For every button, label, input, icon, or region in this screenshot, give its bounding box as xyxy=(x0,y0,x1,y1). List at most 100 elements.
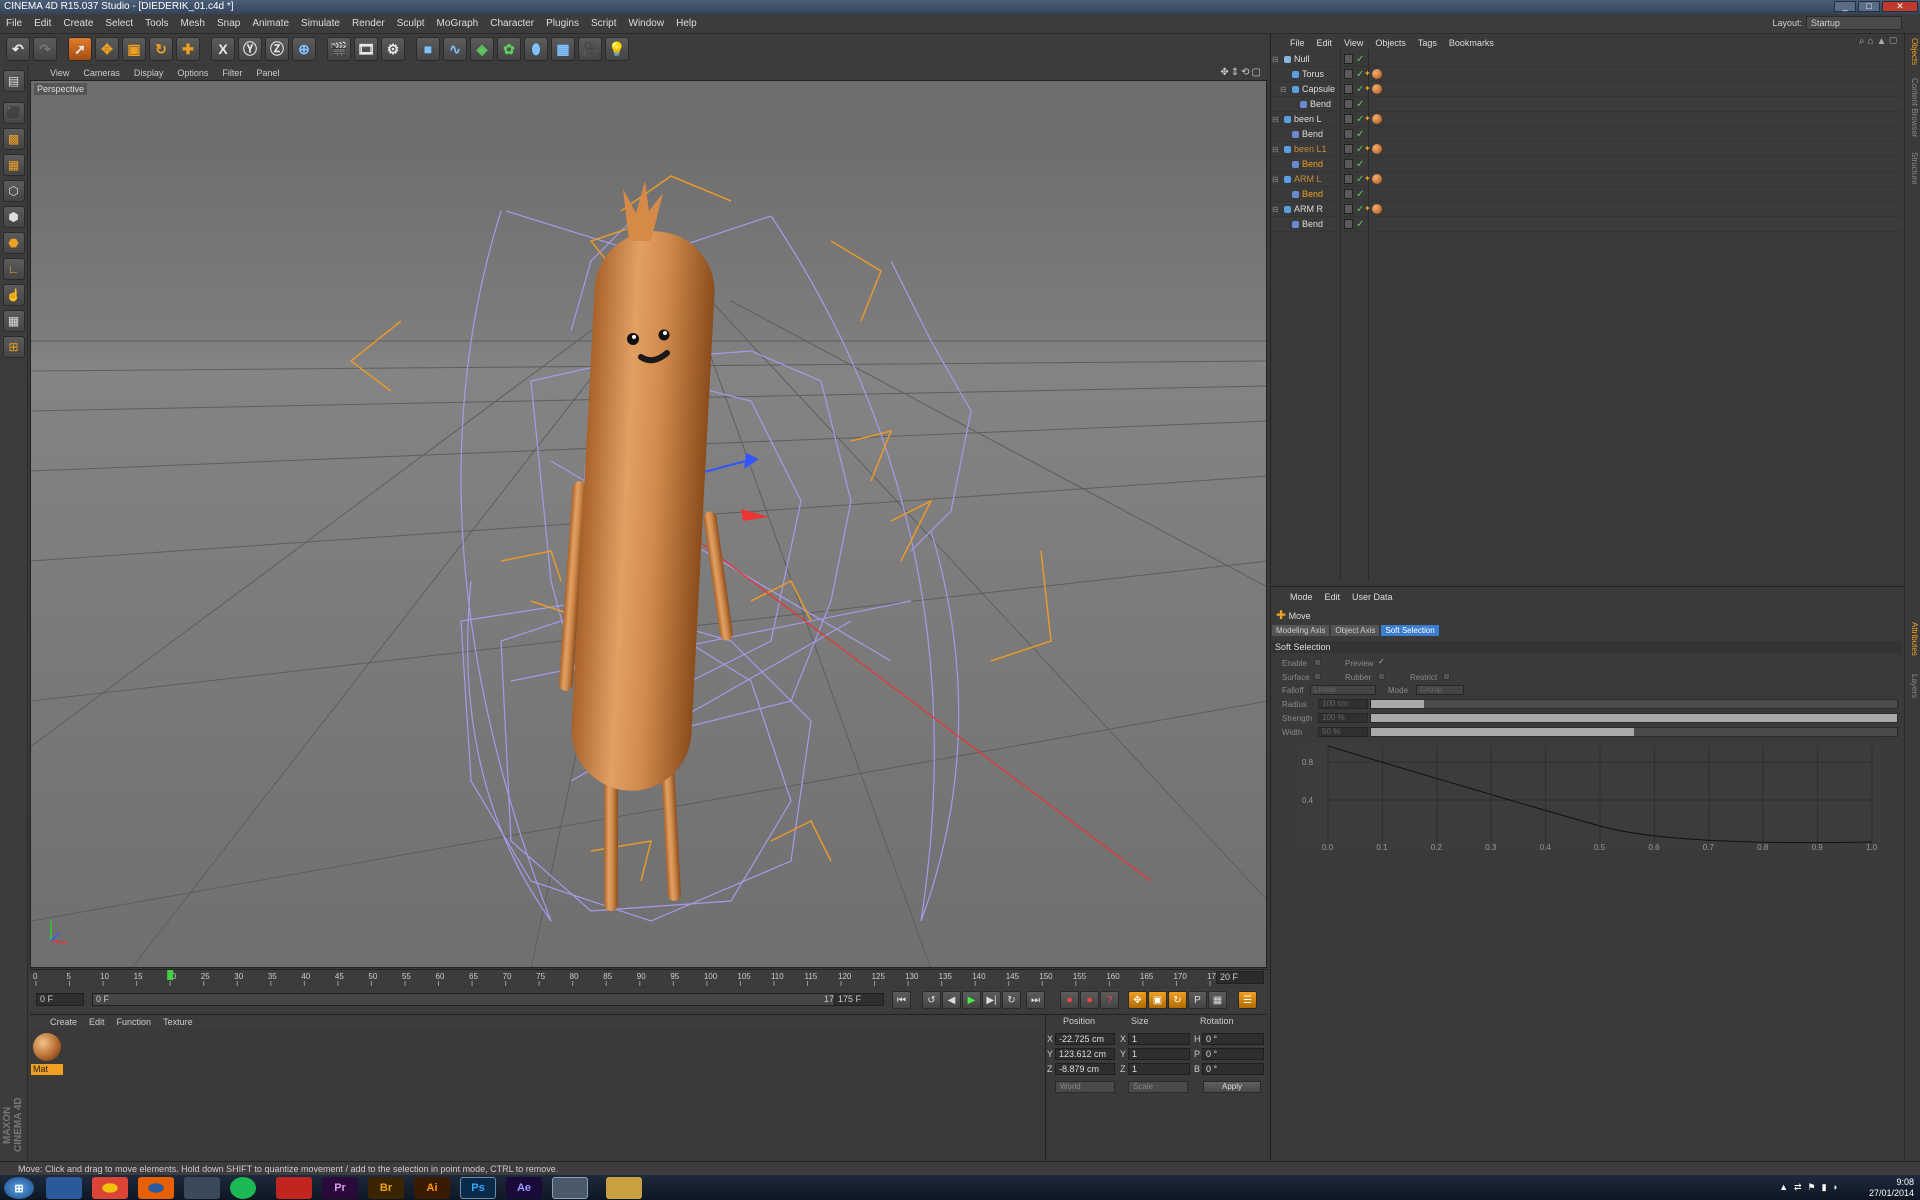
object-row[interactable]: ⊟ been L1 ✓ ✦ xyxy=(1272,142,1902,157)
position-z-field[interactable]: -8.879 cm xyxy=(1055,1063,1115,1075)
lock-workplane-icon[interactable]: ⊞ xyxy=(2,336,25,358)
menu-window[interactable]: Window xyxy=(629,18,665,29)
layer-visibility-toggle[interactable] xyxy=(1344,114,1353,124)
object-name[interactable]: Bend xyxy=(1302,157,1323,172)
undo-icon[interactable]: ↶ xyxy=(6,37,30,61)
cloner-icon[interactable]: ✿ xyxy=(497,37,521,61)
material-tag-icon[interactable] xyxy=(1372,144,1382,154)
material-tag-icon[interactable] xyxy=(1372,204,1382,214)
objects-menu-file[interactable]: File xyxy=(1290,38,1305,48)
apply-button[interactable]: Apply xyxy=(1203,1081,1261,1093)
strength-slider[interactable] xyxy=(1370,713,1898,723)
phong-tag-icon[interactable]: ✦ xyxy=(1364,70,1371,78)
time-range-slider[interactable]: 0 F 175 F xyxy=(92,993,852,1006)
phong-tag-icon[interactable]: ✦ xyxy=(1364,85,1371,93)
falloff-graph[interactable]: 0.0 0.1 0.2 0.3 0.4 0.5 0.6 0.7 0.8 0.9 1.0 0.8 0.4 xyxy=(1298,742,1882,852)
tab-soft-selection[interactable]: Soft Selection xyxy=(1381,625,1439,636)
start-button-icon[interactable]: ⊞ xyxy=(4,1177,34,1199)
perspective-viewport[interactable] xyxy=(30,80,1267,968)
object-name[interactable]: Bend xyxy=(1302,217,1323,232)
taskbar-app-folder-icon[interactable] xyxy=(606,1177,642,1199)
enabled-checkmark-icon[interactable]: ✓ xyxy=(1356,157,1364,172)
material-tag-icon[interactable] xyxy=(1372,69,1382,79)
mode-dropdown[interactable]: Group xyxy=(1416,685,1464,695)
goto-prev-key-icon[interactable]: ↺ xyxy=(922,991,941,1009)
axis-mode-icon[interactable]: ∟ xyxy=(2,258,25,280)
layer-visibility-toggle[interactable] xyxy=(1344,219,1353,229)
side-tab-structure[interactable]: Structure xyxy=(1907,152,1919,184)
menu-edit[interactable]: Edit xyxy=(34,18,51,29)
attr-menu-mode[interactable]: Mode xyxy=(1290,592,1313,602)
menu-animate[interactable]: Animate xyxy=(252,18,289,29)
material-menu-function[interactable]: Function xyxy=(117,1017,152,1027)
object-row[interactable]: Bend ✓ xyxy=(1272,217,1902,232)
taskbar-app-cinema4d-icon[interactable] xyxy=(552,1177,588,1199)
size-mode-dropdown[interactable]: Scale xyxy=(1128,1081,1188,1093)
objects-menu-view[interactable]: View xyxy=(1344,38,1363,48)
expand-toggle-icon[interactable]: ⊟ xyxy=(1272,52,1279,67)
viewport-nav-icons[interactable]: ✥⇕⟲▢ xyxy=(1220,67,1263,78)
viewport-menu-display[interactable]: Display xyxy=(134,68,164,78)
enabled-checkmark-icon[interactable]: ✓ xyxy=(1356,52,1364,67)
object-row[interactable]: ⊟ ARM L ✓ ✦ xyxy=(1272,172,1902,187)
floor-icon[interactable]: ▦ xyxy=(551,37,575,61)
size-y-field[interactable]: 1 xyxy=(1128,1048,1190,1060)
object-row[interactable]: ⊟ ARM R ✓ ✦ xyxy=(1272,202,1902,217)
deformer-icon[interactable]: ⬮ xyxy=(524,37,548,61)
objects-menu-bookmarks[interactable]: Bookmarks xyxy=(1449,38,1494,48)
tab-modeling-axis[interactable]: Modeling Axis xyxy=(1272,625,1330,636)
side-tab-objects[interactable]: Objects xyxy=(1907,38,1919,65)
phong-tag-icon[interactable]: ✦ xyxy=(1364,115,1371,123)
material-tag-icon[interactable] xyxy=(1372,84,1382,94)
render-settings-icon[interactable]: ⚙ xyxy=(381,37,405,61)
expand-toggle-icon[interactable]: ⊟ xyxy=(1272,172,1279,187)
light-icon[interactable]: 💡 xyxy=(605,37,629,61)
menu-file[interactable]: File xyxy=(6,18,22,29)
timeline-ruler[interactable]: 0510152025303540455055606570758085909510… xyxy=(30,969,1267,986)
material-tag-icon[interactable] xyxy=(1372,114,1382,124)
prev-frame-icon[interactable]: ◀ xyxy=(942,991,961,1009)
side-tab-layers[interactable]: Layers xyxy=(1907,674,1919,698)
viewport-menu-options[interactable]: Options xyxy=(177,68,208,78)
render-picture-viewer-icon[interactable]: 🎞 xyxy=(354,37,378,61)
enable-checkbox[interactable] xyxy=(1314,659,1321,666)
menu-select[interactable]: Select xyxy=(105,18,133,29)
material-menu-create[interactable]: Create xyxy=(50,1017,77,1027)
layer-visibility-toggle[interactable] xyxy=(1344,144,1353,154)
y-axis-lock-icon[interactable]: Ⓨ xyxy=(238,37,262,61)
layer-visibility-toggle[interactable] xyxy=(1344,174,1353,184)
close-button[interactable]: ✕ xyxy=(1882,1,1918,12)
object-name[interactable]: ARM L xyxy=(1294,172,1322,187)
viewport-menu-panel[interactable]: Panel xyxy=(256,68,279,78)
layer-visibility-toggle[interactable] xyxy=(1344,69,1353,79)
cube-icon[interactable]: ■ xyxy=(416,37,440,61)
menu-simulate[interactable]: Simulate xyxy=(301,18,340,29)
points-mode-icon[interactable]: ⬡ xyxy=(2,180,25,202)
side-tab-attributes[interactable]: Attributes xyxy=(1907,622,1919,656)
object-manager-search-icons[interactable]: ⌕⌂▲▢ xyxy=(1859,36,1900,47)
material-tag-icon[interactable] xyxy=(1372,174,1382,184)
falloff-dropdown[interactable]: Linear xyxy=(1310,685,1376,695)
layout-dropdown[interactable]: Startup xyxy=(1806,16,1902,30)
attr-menu-edit[interactable]: Edit xyxy=(1325,592,1341,602)
record-position-icon[interactable]: ✥ xyxy=(1128,991,1147,1009)
layer-visibility-toggle[interactable] xyxy=(1344,204,1353,214)
expand-toggle-icon[interactable]: ⊟ xyxy=(1280,82,1287,97)
width-field[interactable]: 50 % xyxy=(1318,727,1368,737)
object-row[interactable]: Bend ✓ xyxy=(1272,97,1902,112)
edges-mode-icon[interactable]: ⬢ xyxy=(2,206,25,228)
width-slider[interactable] xyxy=(1370,727,1898,737)
taskbar-app-after-effects-icon[interactable]: Ae xyxy=(506,1177,542,1199)
layer-visibility-toggle[interactable] xyxy=(1344,129,1353,139)
rotation-b-field[interactable]: 0 ° xyxy=(1202,1063,1264,1075)
viewport-menu-filter[interactable]: Filter xyxy=(222,68,242,78)
x-axis-lock-icon[interactable]: X xyxy=(211,37,235,61)
taskbar-app-mail-icon[interactable] xyxy=(184,1177,220,1199)
max-time-field[interactable]: 175 F xyxy=(834,993,884,1006)
autokey-icon[interactable]: ⏺ xyxy=(1080,991,1099,1009)
side-tab-content-browser[interactable]: Content Browser xyxy=(1907,78,1919,138)
goto-end-icon[interactable]: ⏭ xyxy=(1026,991,1045,1009)
viewport-menu-cameras[interactable]: Cameras xyxy=(83,68,120,78)
object-name[interactable]: been L1 xyxy=(1294,142,1327,157)
object-row[interactable]: ⊟ Capsule ✓ ✦ xyxy=(1272,82,1902,97)
